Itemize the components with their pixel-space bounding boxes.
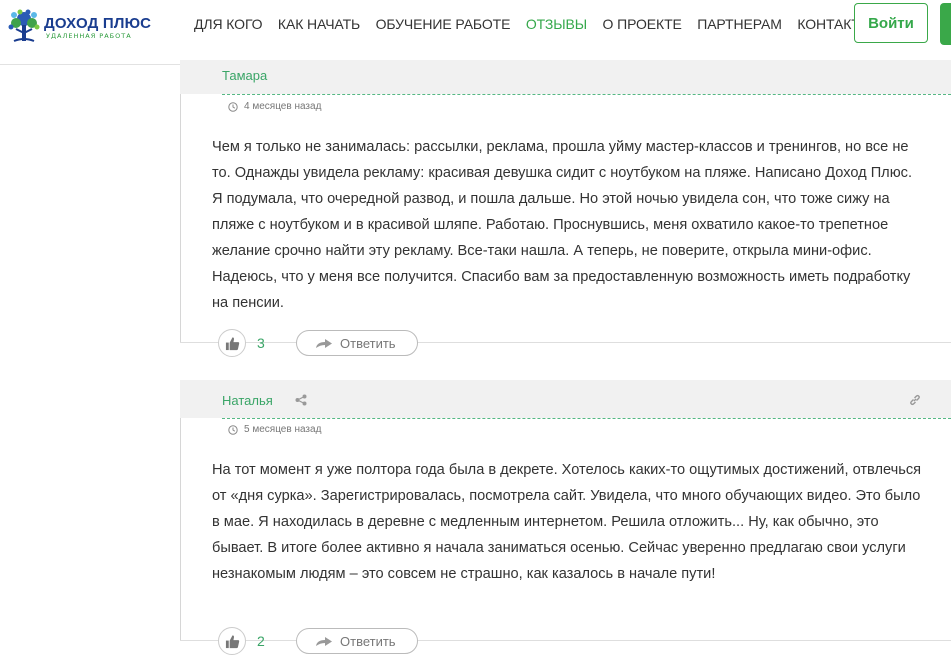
- nav-item-how-to-start[interactable]: КАК НАЧАТЬ: [278, 16, 360, 32]
- login-button[interactable]: Войти: [854, 3, 928, 43]
- link-icon[interactable]: [909, 394, 921, 406]
- nav-item-about[interactable]: О ПРОЕКТЕ: [603, 16, 682, 32]
- nav-item-for-whom[interactable]: ДЛЯ КОГО: [194, 16, 263, 32]
- comment-time: 5 месяцев назад: [244, 424, 322, 435]
- comment: Наталья 5 месяцев назад На тот момент я …: [180, 380, 951, 655]
- comment-thread-line: [180, 418, 181, 640]
- nav-item-training[interactable]: ОБУЧЕНИЕ РАБОТЕ: [376, 16, 511, 32]
- thumbs-up-icon: [225, 635, 240, 649]
- reply-button[interactable]: Ответить: [296, 628, 418, 654]
- logo-title: ДОХОД ПЛЮС: [44, 15, 152, 32]
- logo-subtitle: УДАЛЕННАЯ РАБОТА: [46, 32, 132, 40]
- comment-header: Тамара: [180, 60, 951, 94]
- comment-thread-line: [180, 94, 181, 342]
- register-button-edge[interactable]: [940, 3, 951, 45]
- logo[interactable]: ДОХОД ПЛЮС УДАЛЕННАЯ РАБОТА: [6, 7, 156, 47]
- like-count: 3: [257, 335, 265, 351]
- comment-text: Чем я только не занималась: рассылки, ре…: [212, 139, 912, 311]
- comment-text: На тот момент я уже полтора года была в …: [212, 462, 922, 582]
- reply-button[interactable]: Ответить: [296, 330, 418, 356]
- comment-header: Наталья: [180, 380, 951, 418]
- comment-divider: [222, 94, 951, 95]
- logo-tree-icon: [8, 9, 40, 42]
- site-header: ДОХОД ПЛЮС УДАЛЕННАЯ РАБОТА ДЛЯ КОГО КАК…: [0, 0, 951, 65]
- thumbs-up-icon: [225, 337, 240, 351]
- comment-time: 4 месяцев назад: [244, 101, 322, 112]
- reply-arrow-icon: [316, 637, 332, 646]
- like-button[interactable]: [218, 329, 246, 357]
- reply-arrow-icon: [316, 339, 332, 348]
- nav-item-partners[interactable]: ПАРТНЕРАМ: [697, 16, 782, 32]
- nav-item-reviews[interactable]: ОТЗЫВЫ: [526, 16, 587, 32]
- like-count: 2: [257, 633, 265, 649]
- reply-label: Ответить: [340, 336, 396, 351]
- comment-divider: [222, 418, 951, 419]
- share-icon[interactable]: [295, 394, 307, 406]
- comment-author[interactable]: Наталья: [222, 393, 273, 408]
- clock-icon: [228, 425, 238, 435]
- comment: Тамара 4 месяцев назад Чем я только не з…: [180, 60, 951, 380]
- clock-icon: [228, 102, 238, 112]
- reply-label: Ответить: [340, 634, 396, 649]
- comment-author[interactable]: Тамара: [222, 68, 267, 83]
- main-nav: ДЛЯ КОГО КАК НАЧАТЬ ОБУЧЕНИЕ РАБОТЕ ОТЗЫ…: [194, 16, 883, 34]
